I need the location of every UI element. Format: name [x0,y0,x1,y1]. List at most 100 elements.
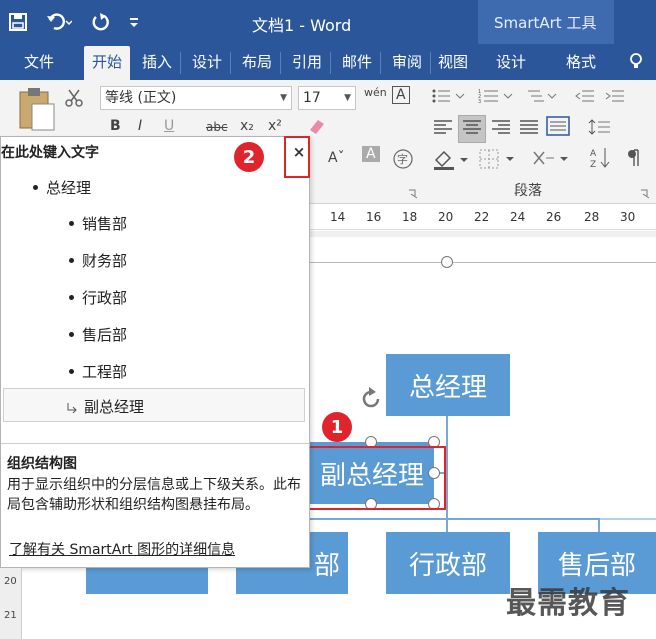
tab-references[interactable]: 引用 [286,44,328,80]
ruler-tick: 20 [438,210,454,224]
tab-design[interactable]: 设计 [186,44,228,80]
list-item[interactable]: 销售部 [69,213,127,234]
align-right-icon[interactable] [490,118,512,140]
character-border-icon[interactable]: A [392,86,410,104]
tab-separator [380,52,381,74]
justify-icon[interactable] [518,118,540,140]
list-item-text: 财务部 [82,252,128,270]
step-badge-2: 2 [234,142,264,172]
ruler-tick: 26 [546,210,562,224]
tab-home[interactable]: 开始 [84,46,130,80]
phonetic-guide-icon[interactable]: wén [364,86,387,99]
list-item-selected[interactable]: 副总经理 [3,388,305,422]
rotate-handle-icon[interactable] [358,386,384,416]
connector-line [446,518,448,532]
multilevel-list-icon[interactable] [524,88,560,108]
layout-description-title: 组织结构图 [7,456,77,472]
tab-view[interactable]: 视图 [432,44,474,80]
ruler-tick: 24 [510,210,526,224]
list-item[interactable]: 售后部 [69,324,127,345]
bullet-icon [69,221,74,226]
list-item[interactable]: 行政部 [69,287,127,308]
list-item[interactable]: 工程部 [69,361,127,382]
align-center-icon[interactable] [458,115,486,143]
list-item-text: 总经理 [46,179,92,197]
italic-button[interactable]: I [138,118,142,134]
bullets-icon[interactable] [432,88,468,108]
svg-text:3: 3 [478,99,481,104]
paragraph-group-label: 段落 [514,183,542,199]
cut-icon[interactable] [64,88,84,112]
bold-button[interactable]: B [110,118,121,134]
text-pane-title: 在此处键入文字 [1,145,99,161]
tab-separator [230,52,231,74]
list-item-text: 工程部 [82,363,128,381]
save-icon[interactable] [8,12,28,32]
watermark-text: 最需教育 [506,586,630,621]
underline-button[interactable]: U [164,118,174,134]
subscript-button[interactable]: x₂ [240,118,254,134]
numbering-icon[interactable]: 123 [478,88,518,108]
highlight-selected-shape [308,446,446,510]
font-name-value: 等线 (正文) [105,90,177,106]
svg-text:字: 字 [397,152,408,166]
sort-icon[interactable]: AZ [590,146,612,174]
ruler-tick: 18 [402,210,418,224]
font-name-select[interactable]: 等线 (正文) ▼ [100,86,292,110]
tab-mailings[interactable]: 邮件 [336,44,378,80]
eraser-icon[interactable] [306,118,326,138]
increase-indent-icon[interactable] [604,88,626,108]
smartart-frame-edge [310,262,656,263]
align-left-icon[interactable] [432,118,454,140]
list-item[interactable]: 总经理 [33,177,91,198]
horizontal-ruler: 14 16 18 20 22 24 26 28 30 [310,204,656,230]
assistant-arrow-icon [66,399,78,418]
chinese-layout-icon[interactable] [532,148,572,174]
smartart-tools-label: SmartArt 工具 [494,14,597,32]
org-box-bottom-mid[interactable]: 行政部 [386,532,510,594]
change-case-icon[interactable]: Aˇ [328,150,345,166]
enclose-character-icon[interactable]: 字 [392,148,414,174]
tab-layout[interactable]: 布局 [236,44,278,80]
dialog-launcher-icon[interactable] [640,184,650,203]
line-spacing-icon[interactable] [588,118,622,140]
decrease-indent-icon[interactable] [574,88,596,108]
list-item-text: 行政部 [82,289,128,307]
svg-text:Z: Z [590,160,596,170]
tab-separator [280,52,281,74]
tab-file[interactable]: 文件 [12,44,66,80]
distributed-icon[interactable] [546,116,570,140]
customize-qat-icon[interactable] [128,12,140,32]
dialog-launcher-icon[interactable] [408,184,418,203]
org-box-top[interactable]: 总经理 [386,354,510,416]
superscript-button[interactable]: x² [268,118,282,134]
tab-review[interactable]: 审阅 [386,44,428,80]
chevron-down-icon: ▼ [280,93,287,103]
character-shading-icon[interactable]: A [362,146,380,162]
font-size-select[interactable]: 17 ▼ [298,86,356,110]
ruler-tick: 28 [584,210,600,224]
tab-smartart-format[interactable]: 格式 [558,44,604,80]
tab-separator [430,52,431,74]
tell-me-icon[interactable] [628,52,644,76]
undo-icon[interactable] [46,12,72,32]
learn-more-link[interactable]: 了解有关 SmartArt 图形的详细信息 [9,539,235,559]
tab-insert[interactable]: 插入 [136,44,178,80]
redo-icon[interactable] [90,12,110,32]
shading-icon[interactable] [432,148,472,174]
chevron-down-icon: ▼ [344,93,351,103]
smartart-text-pane: 在此处键入文字 × 总经理 销售部 财务部 行政部 售后部 工程部 副总经理 组… [0,136,310,568]
bullet-icon [33,185,38,190]
strikethrough-button[interactable]: abc [206,120,228,134]
borders-icon[interactable] [478,148,518,174]
connector-line [598,518,600,532]
list-item[interactable]: 财务部 [69,250,127,271]
smartart-frame-handle[interactable] [441,256,453,268]
show-marks-icon[interactable] [626,148,642,172]
tab-smartart-design[interactable]: 设计 [488,44,534,80]
pane-divider [1,443,309,444]
bullet-icon [69,295,74,300]
paste-icon[interactable] [16,86,56,136]
layout-description-body: 用于显示组织中的分层信息或上下级关系。此布局包含辅助形状和组织结构图悬挂布局。 [7,477,301,513]
font-size-value: 17 [303,90,321,106]
